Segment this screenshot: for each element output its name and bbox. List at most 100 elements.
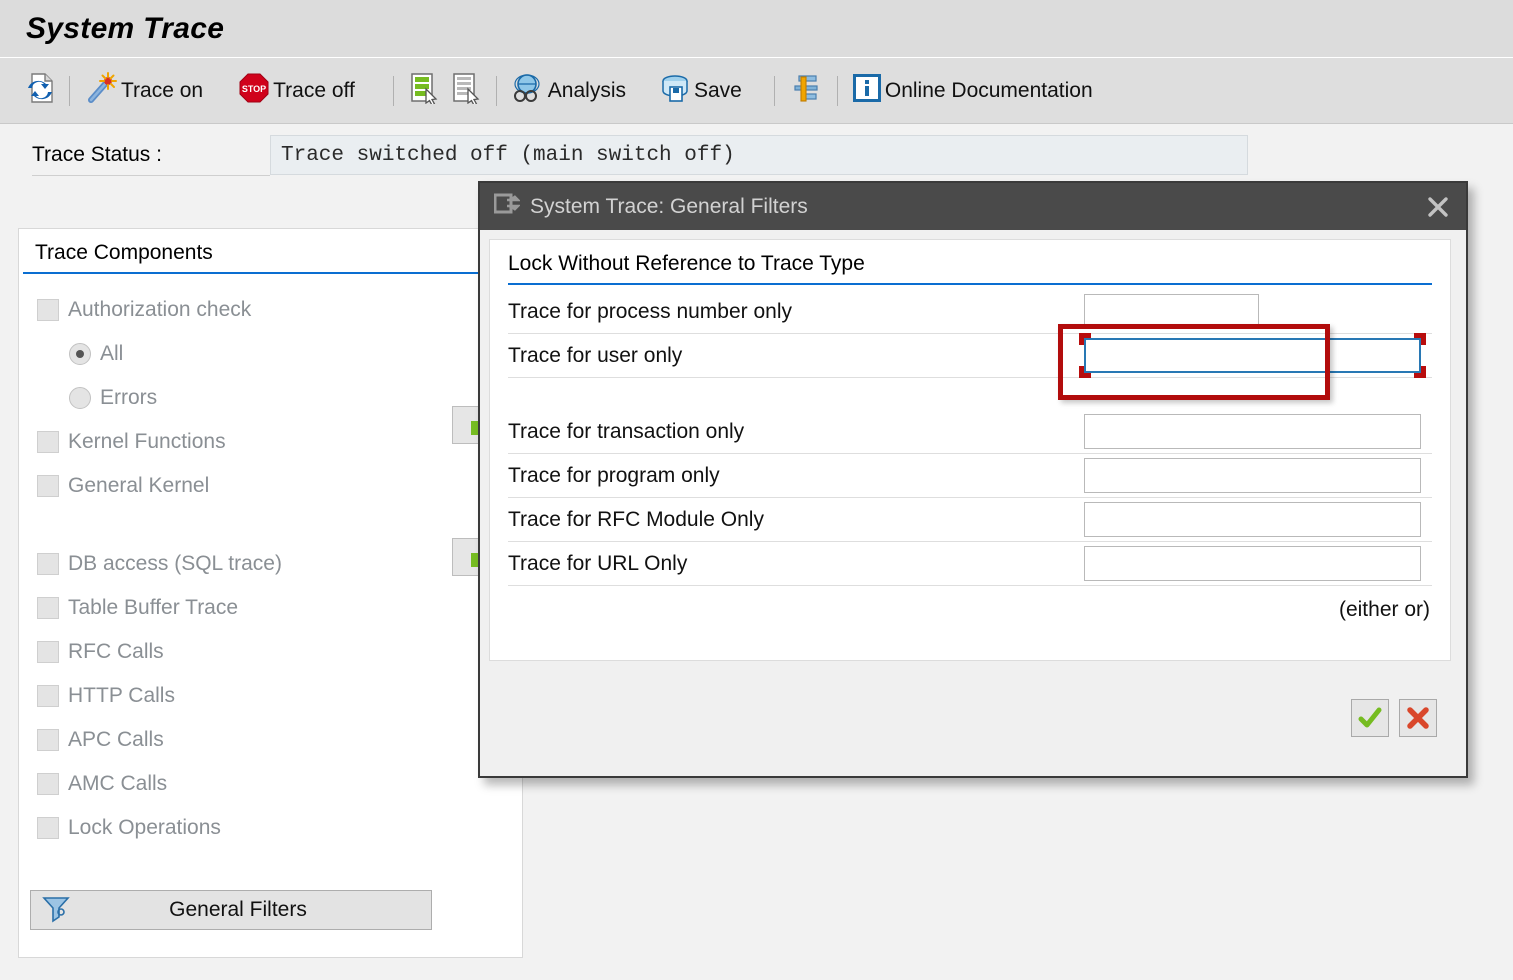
trace-on-button[interactable]: Trace on bbox=[79, 69, 209, 113]
focused-field-wrapper bbox=[1079, 333, 1426, 378]
general-filters-button[interactable]: General Filters bbox=[30, 890, 432, 930]
checkbox-icon[interactable] bbox=[37, 553, 59, 575]
page-title: System Trace bbox=[26, 11, 225, 45]
dialog-title: System Trace: General Filters bbox=[530, 194, 808, 218]
general-filters-label: General Filters bbox=[169, 898, 307, 921]
checkbox-label: HTTP Calls bbox=[68, 684, 175, 707]
checkbox-label: DB access (SQL trace) bbox=[68, 552, 282, 575]
magic-wand-icon bbox=[85, 72, 117, 109]
checkbox-row-authorization-check[interactable]: Authorization check bbox=[19, 288, 522, 332]
toolbar-divider-4 bbox=[773, 75, 775, 106]
check-icon bbox=[1358, 707, 1382, 728]
either-or-row: (either or) bbox=[508, 586, 1432, 622]
online-documentation-label: Online Documentation bbox=[884, 78, 1093, 102]
gray-list-cursor-icon bbox=[451, 72, 481, 109]
confirm-button[interactable] bbox=[1351, 699, 1389, 737]
checkbox-row-db-access[interactable]: DB access (SQL trace) bbox=[19, 542, 522, 586]
checkbox-icon[interactable] bbox=[37, 299, 59, 321]
save-disk-icon bbox=[660, 73, 690, 108]
checkbox-row-kernel-functions[interactable]: Kernel Functions bbox=[19, 420, 522, 464]
field-row-rfc-module: Trace for RFC Module Only bbox=[508, 498, 1432, 542]
checkbox-icon[interactable] bbox=[37, 817, 59, 839]
online-documentation-button[interactable]: Online Documentation bbox=[847, 69, 1099, 113]
select-all-rows-button[interactable] bbox=[403, 69, 445, 113]
checkbox-row-http-calls[interactable]: HTTP Calls bbox=[19, 674, 522, 718]
toolbar-divider-2 bbox=[392, 75, 394, 106]
toolbar-divider-5 bbox=[836, 75, 838, 106]
dialog-body: Lock Without Reference to Trace Type Tra… bbox=[489, 239, 1451, 661]
refresh-button[interactable] bbox=[18, 69, 60, 113]
checkbox-row-amc-calls[interactable]: AMC Calls bbox=[19, 762, 522, 806]
radio-row-all[interactable]: All bbox=[19, 332, 522, 376]
trace-off-button[interactable]: STOP Trace off bbox=[233, 69, 361, 113]
configure-button[interactable] bbox=[784, 69, 828, 113]
trace-status-label: Trace Status : bbox=[32, 134, 270, 176]
radio-label: All bbox=[100, 342, 124, 365]
trace-program-input[interactable] bbox=[1084, 458, 1421, 493]
trace-url-input[interactable] bbox=[1084, 546, 1421, 581]
cancel-button[interactable] bbox=[1399, 699, 1437, 737]
checkbox-row-table-buffer-trace[interactable]: Table Buffer Trace bbox=[19, 586, 522, 630]
field-label: Trace for program only bbox=[508, 463, 720, 487]
field-label: Trace for user only bbox=[508, 343, 683, 367]
focus-corner-marker bbox=[1079, 366, 1091, 378]
field-row-program: Trace for program only bbox=[508, 454, 1432, 498]
trace-on-label: Trace on bbox=[121, 78, 204, 102]
focus-corner-marker bbox=[1414, 333, 1426, 345]
field-row-transaction: Trace for transaction only bbox=[508, 410, 1432, 454]
checkbox-icon[interactable] bbox=[37, 475, 59, 497]
checkbox-label: Kernel Functions bbox=[68, 430, 226, 453]
checkbox-label: APC Calls bbox=[68, 728, 164, 751]
radio-row-errors[interactable]: Errors bbox=[19, 376, 522, 420]
field-label: Trace for RFC Module Only bbox=[508, 507, 764, 531]
checkbox-icon[interactable] bbox=[37, 773, 59, 795]
trace-user-input[interactable] bbox=[1084, 338, 1421, 373]
checkbox-icon[interactable] bbox=[37, 729, 59, 751]
trace-rfc-module-input[interactable] bbox=[1084, 502, 1421, 537]
toolbar-divider-1 bbox=[69, 75, 70, 106]
radio-label: Errors bbox=[100, 386, 158, 409]
field-label: Trace for transaction only bbox=[508, 419, 745, 443]
toolbar: Trace on STOP Trace off Analysis Save On… bbox=[0, 58, 1513, 124]
app-header: System Trace bbox=[0, 0, 1513, 58]
green-list-cursor-icon bbox=[409, 72, 439, 109]
checkbox-label: AMC Calls bbox=[68, 772, 168, 795]
dialog-titlebar[interactable]: System Trace: General Filters bbox=[480, 183, 1466, 230]
trace-components-panel: Trace Components Authorization check All… bbox=[18, 228, 523, 958]
field-row-process-number: Trace for process number only bbox=[508, 290, 1432, 334]
deselect-all-rows-button[interactable] bbox=[445, 69, 487, 113]
general-filters-dialog: System Trace: General Filters Lock Witho… bbox=[478, 181, 1468, 778]
cross-icon bbox=[1407, 707, 1429, 729]
checkbox-row-lock-operations[interactable]: Lock Operations bbox=[19, 806, 522, 850]
stop-sign-icon: STOP bbox=[239, 73, 269, 108]
close-icon[interactable] bbox=[1410, 183, 1466, 230]
save-button[interactable]: Save bbox=[654, 69, 748, 113]
checkbox-icon[interactable] bbox=[37, 641, 59, 663]
radio-selected-icon[interactable] bbox=[69, 343, 91, 365]
save-label: Save bbox=[694, 78, 742, 102]
trace-status-row: Trace Status : Trace switched off (main … bbox=[0, 124, 1513, 186]
checkbox-row-general-kernel[interactable]: General Kernel bbox=[19, 464, 522, 508]
trace-process-number-input[interactable] bbox=[1084, 294, 1259, 329]
radio-icon[interactable] bbox=[69, 387, 91, 409]
checkbox-label: Table Buffer Trace bbox=[68, 596, 239, 619]
checkbox-row-apc-calls[interactable]: APC Calls bbox=[19, 718, 522, 762]
checkbox-label: Lock Operations bbox=[68, 816, 221, 839]
toolbar-divider-3 bbox=[495, 75, 497, 106]
trace-status-value: Trace switched off (main switch off) bbox=[270, 135, 1248, 175]
focus-corner-marker bbox=[1414, 366, 1426, 378]
checkbox-icon[interactable] bbox=[37, 685, 59, 707]
filter-funnel-icon bbox=[41, 893, 71, 928]
field-row-user: Trace for user only bbox=[508, 333, 1432, 378]
dialog-section-header: Lock Without Reference to Trace Type bbox=[508, 252, 865, 275]
analysis-button[interactable]: Analysis bbox=[506, 69, 632, 113]
trace-transaction-input[interactable] bbox=[1084, 414, 1421, 449]
trace-off-label: Trace off bbox=[273, 78, 355, 102]
checkbox-icon[interactable] bbox=[37, 597, 59, 619]
info-icon bbox=[852, 74, 881, 107]
checkbox-row-rfc-calls[interactable]: RFC Calls bbox=[19, 630, 522, 674]
binoculars-globe-icon bbox=[512, 73, 544, 108]
either-or-note: (either or) bbox=[1338, 598, 1430, 621]
checkbox-icon[interactable] bbox=[37, 431, 59, 453]
